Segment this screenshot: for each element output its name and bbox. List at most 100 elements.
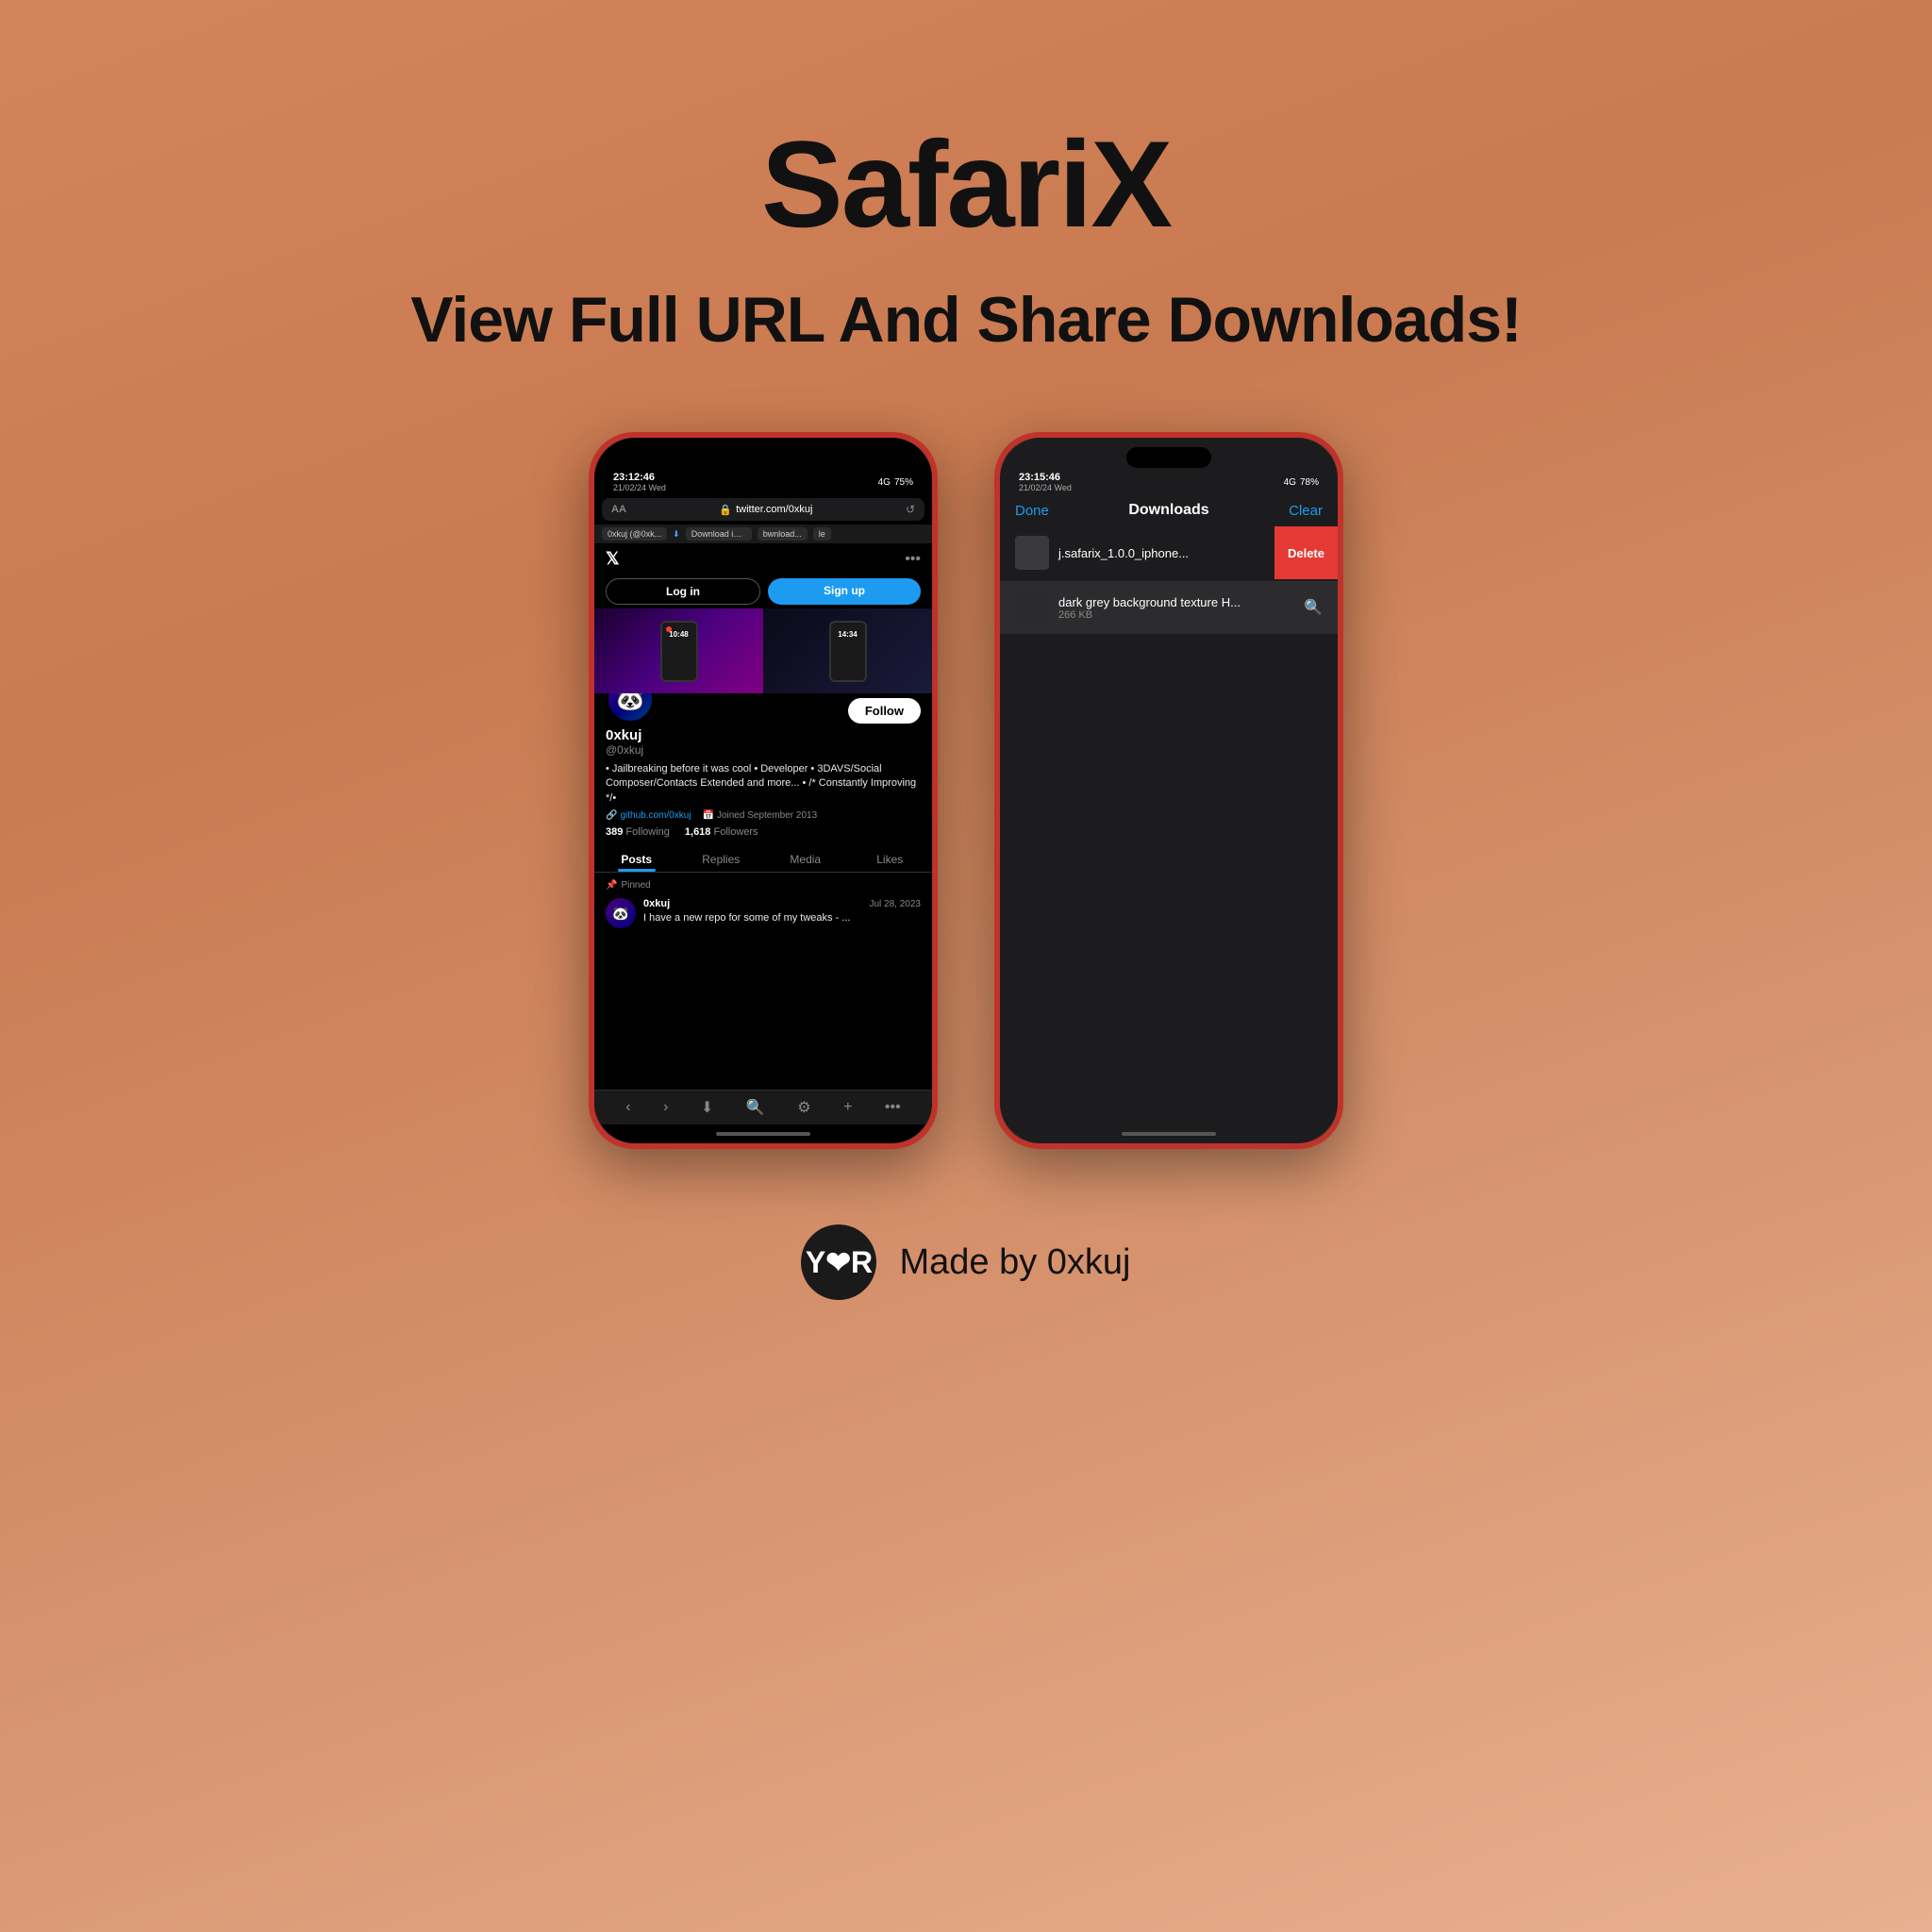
tabs-bar-1: 0xkuj (@0xk... ⬇ Download iO... bwnload.… — [594, 525, 932, 543]
status-time-1: 23:12:46 — [613, 472, 666, 483]
downloads-icon[interactable]: ⬇ — [701, 1098, 713, 1117]
join-text: Joined September 2013 — [717, 810, 817, 821]
phone-mockup-time-2: 14:34 — [831, 623, 865, 639]
x-more-icon[interactable]: ••• — [905, 551, 921, 568]
home-indicator-1 — [594, 1124, 932, 1143]
x-username: 0xkuj — [606, 727, 921, 743]
forward-icon[interactable]: › — [663, 1099, 668, 1116]
add-icon[interactable]: + — [843, 1099, 852, 1116]
x-handle: @0xkuj — [606, 743, 921, 757]
download-item-1[interactable]: j.safarix_1.0.0_iphone... 🔍 ⬆ Delete — [1000, 526, 1338, 579]
x-auth-buttons: Log in Sign up — [594, 575, 932, 608]
dynamic-island-1 — [721, 447, 806, 468]
following-count: 389 Following — [606, 826, 670, 838]
reload-icon[interactable]: ↺ — [906, 503, 915, 516]
tweet-avatar-emoji: 🐼 — [612, 906, 628, 922]
status-bar-1: 23:12:46 21/02/24 Wed 4G 75% — [594, 468, 932, 494]
home-indicator-2 — [1000, 1124, 1338, 1143]
download-info-2: dark grey background texture H... 266 KB — [1058, 595, 1294, 621]
download-thumb-1 — [1015, 536, 1049, 570]
download-delete-button[interactable]: Delete — [1274, 526, 1338, 579]
pin-icon: 📌 — [606, 880, 617, 891]
phone1-screen: 23:12:46 21/02/24 Wed 4G 75% AA 🔒 twitte… — [594, 438, 932, 1143]
link-icon: 🔗 — [606, 810, 617, 821]
github-text: github.com/0xkuj — [620, 810, 691, 821]
x-hero-images: 10:48 14:34 — [594, 608, 932, 693]
safari-toolbar-1: ‹ › ⬇ 🔍 ⚙ + ••• — [594, 1090, 932, 1124]
dynamic-island-2 — [1126, 447, 1211, 468]
home-bar-2 — [1122, 1132, 1216, 1136]
tweet-text: I have a new repo for some of my tweaks … — [643, 911, 921, 925]
tweet-date: Jul 28, 2023 — [870, 899, 922, 909]
hero-image-right: 14:34 — [763, 608, 932, 693]
x-logo-icon: 𝕏 — [606, 549, 620, 569]
login-button[interactable]: Log in — [606, 578, 760, 605]
address-bar-aa: AA — [611, 504, 626, 515]
phone-2: 23:15:46 21/02/24 Wed 4G 78% Done Downlo… — [994, 432, 1343, 1149]
x-stats: 389 Following 1,618 Followers — [606, 826, 921, 838]
x-links: 🔗 github.com/0xkuj 📅 Joined September 20… — [606, 810, 921, 821]
github-link[interactable]: 🔗 github.com/0xkuj — [606, 810, 691, 821]
downloads-done-button[interactable]: Done — [1015, 503, 1049, 519]
url-text: twitter.com/0xkuj — [736, 504, 812, 515]
page-title: SafariX — [761, 113, 1171, 255]
tab-replies[interactable]: Replies — [679, 845, 764, 872]
status-right-1: 4G 75% — [878, 477, 913, 488]
download-size-2: 266 KB — [1058, 609, 1294, 621]
x-profile-section: 🐼 Follow 0xkuj @0xkuj • Jailbreaking bef… — [594, 693, 932, 838]
download-filename-1: j.safarix_1.0.0_iphone... — [1058, 546, 1271, 560]
footer-logo-text: Y❤R — [806, 1244, 873, 1280]
tab-media[interactable]: Media — [763, 845, 848, 872]
tweet-header: 0xkuj Jul 28, 2023 — [643, 898, 921, 909]
back-icon[interactable]: ‹ — [625, 1099, 630, 1116]
settings-icon[interactable]: ⚙ — [797, 1098, 810, 1117]
tweet-content: 0xkuj Jul 28, 2023 I have a new repo for… — [643, 898, 921, 928]
address-bar-1[interactable]: AA 🔒 twitter.com/0xkuj ↺ — [602, 498, 924, 521]
download2-search-icon[interactable]: 🔍 — [1304, 598, 1323, 617]
phones-showcase: 23:12:46 21/02/24 Wed 4G 75% AA 🔒 twitte… — [589, 432, 1343, 1149]
download-info-1: j.safarix_1.0.0_iphone... — [1058, 546, 1271, 560]
tab-4[interactable]: le — [813, 527, 831, 541]
download-item-2[interactable]: dark grey background texture H... 266 KB… — [1000, 581, 1338, 634]
x-header: 𝕏 ••• — [594, 543, 932, 575]
home-bar-1 — [716, 1132, 810, 1136]
lock-icon: 🔒 — [719, 504, 732, 516]
hero-image-left: 10:48 — [594, 608, 763, 693]
status-bar-2: 23:15:46 21/02/24 Wed 4G 78% — [1000, 468, 1338, 494]
battery-1: 75% — [894, 477, 913, 488]
search-icon[interactable]: 🔍 — [746, 1098, 765, 1117]
download-filename-2: dark grey background texture H... — [1058, 595, 1294, 609]
downloads-header: Done Downloads Clear — [1000, 494, 1338, 526]
phone-1: 23:12:46 21/02/24 Wed 4G 75% AA 🔒 twitte… — [589, 432, 938, 1149]
signup-button[interactable]: Sign up — [768, 578, 921, 605]
followers-count: 1,618 Followers — [685, 826, 758, 838]
tab-1[interactable]: 0xkuj (@0xk... — [602, 527, 667, 541]
calendar-icon: 📅 — [703, 810, 714, 821]
follow-button[interactable]: Follow — [848, 698, 921, 724]
tab-posts[interactable]: Posts — [594, 845, 679, 872]
tab-3[interactable]: bwnload... — [758, 527, 808, 541]
tab-download-icon: ⬇ — [673, 529, 680, 540]
tweet-avatar: 🐼 — [606, 898, 636, 928]
tab-likes[interactable]: Likes — [848, 845, 933, 872]
footer-made-by: Made by 0xkuj — [899, 1242, 1130, 1283]
network-type-1: 4G — [878, 477, 891, 488]
status-time-2: 23:15:46 — [1019, 472, 1072, 483]
tweet-item: 🐼 0xkuj Jul 28, 2023 I have a new repo f… — [594, 894, 932, 932]
page-subtitle: View Full URL And Share Downloads! — [410, 283, 1522, 357]
download-thumb-2 — [1015, 591, 1049, 625]
downloads-clear-button[interactable]: Clear — [1289, 503, 1323, 519]
status-date-1: 21/02/24 Wed — [613, 483, 666, 492]
status-right-2: 4G 78% — [1284, 477, 1319, 488]
downloads-title: Downloads — [1128, 502, 1208, 519]
x-nav-tabs: Posts Replies Media Likes — [594, 845, 932, 873]
footer-logo: Y❤R — [801, 1224, 876, 1300]
tab-2[interactable]: Download iO... — [686, 527, 752, 541]
network-type-2: 4G — [1284, 477, 1296, 488]
x-bio: • Jailbreaking before it was cool • Deve… — [606, 762, 921, 806]
phone2-screen: 23:15:46 21/02/24 Wed 4G 78% Done Downlo… — [1000, 438, 1338, 1143]
more-icon[interactable]: ••• — [885, 1099, 901, 1116]
pinned-label: 📌 Pinned — [594, 873, 932, 894]
tweet-username: 0xkuj — [643, 898, 670, 909]
address-bar-url: 🔒 twitter.com/0xkuj — [719, 504, 812, 516]
